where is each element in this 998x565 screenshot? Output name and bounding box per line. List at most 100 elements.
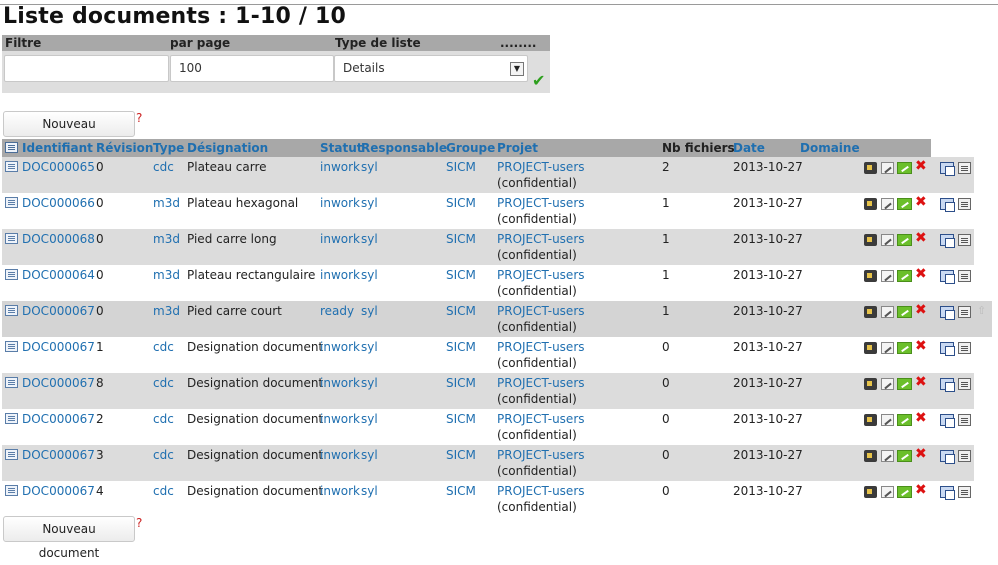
status-link[interactable]: inwork bbox=[320, 376, 360, 390]
doc-id-link[interactable]: DOC000067 bbox=[22, 304, 95, 318]
table-row[interactable]: DOC000065 0 cdc Plateau carre inwork syl SICM P… bbox=[2, 157, 974, 193]
doc-id-link[interactable]: DOC000067 bbox=[22, 376, 95, 390]
copy-icon[interactable] bbox=[940, 342, 955, 356]
table-row[interactable]: DOC000067 0 m3d Pied carre court ready syl SIC… bbox=[2, 301, 992, 337]
copy-icon[interactable] bbox=[940, 198, 955, 212]
details-icon[interactable] bbox=[5, 449, 18, 460]
new-document-button[interactable]: Nouveau document bbox=[3, 111, 135, 155]
table-row[interactable]: DOC000067 4 cdc Designation document inwork s… bbox=[2, 481, 974, 517]
owner-link[interactable]: syl bbox=[361, 268, 378, 282]
clipboard-icon[interactable] bbox=[958, 342, 971, 354]
owner-link[interactable]: syl bbox=[361, 196, 378, 210]
project-link[interactable]: PROJECT-users bbox=[497, 232, 585, 246]
edit-icon[interactable] bbox=[881, 486, 894, 498]
checkout-icon[interactable] bbox=[864, 162, 877, 174]
details-icon[interactable] bbox=[5, 233, 18, 244]
per-page-input[interactable]: 100 bbox=[170, 55, 334, 82]
delete-icon[interactable]: ✖ bbox=[915, 375, 928, 389]
checkout-icon[interactable] bbox=[864, 198, 877, 210]
edit-icon[interactable] bbox=[881, 414, 894, 426]
owner-link[interactable]: syl bbox=[361, 232, 378, 246]
project-link[interactable]: PROJECT-users bbox=[497, 412, 585, 426]
doc-id-link[interactable]: DOC000066 bbox=[22, 196, 95, 210]
clipboard-icon[interactable] bbox=[958, 378, 971, 390]
doc-id-link[interactable]: DOC000067 bbox=[22, 484, 95, 498]
col-identifiant[interactable]: Identifiant bbox=[22, 139, 93, 157]
delete-icon[interactable]: ✖ bbox=[915, 303, 928, 317]
checkout-icon[interactable] bbox=[864, 450, 877, 462]
group-link[interactable]: SICM bbox=[446, 340, 476, 354]
doc-id-link[interactable]: DOC000067 bbox=[22, 340, 95, 354]
details-icon[interactable] bbox=[5, 377, 18, 388]
edit-icon[interactable] bbox=[881, 270, 894, 282]
chevron-down-icon[interactable]: ▼ bbox=[510, 62, 524, 76]
project-link[interactable]: PROJECT-users bbox=[497, 268, 585, 282]
project-link[interactable]: PROJECT-users bbox=[497, 484, 585, 498]
list-icon[interactable] bbox=[5, 142, 18, 153]
clipboard-icon[interactable] bbox=[958, 234, 971, 246]
doc-type-link[interactable]: cdc bbox=[153, 412, 174, 426]
doc-id-link[interactable]: DOC000065 bbox=[22, 160, 95, 174]
delete-icon[interactable]: ✖ bbox=[915, 411, 928, 425]
table-row[interactable]: DOC000067 2 cdc Designation document inwork s… bbox=[2, 409, 974, 445]
delete-icon[interactable]: ✖ bbox=[915, 231, 928, 245]
owner-link[interactable]: syl bbox=[361, 160, 378, 174]
doc-type-link[interactable]: m3d bbox=[153, 232, 180, 246]
copy-icon[interactable] bbox=[940, 162, 955, 176]
status-link[interactable]: inwork bbox=[320, 196, 360, 210]
table-row[interactable]: DOC000064 0 m3d Plateau rectangulaire inwork… bbox=[2, 265, 974, 301]
checkout-icon[interactable] bbox=[864, 342, 877, 354]
col-groupe[interactable]: Groupe bbox=[446, 139, 495, 157]
doc-type-link[interactable]: m3d bbox=[153, 268, 180, 282]
move-up-icon[interactable]: ⇧ bbox=[977, 304, 990, 317]
col-type[interactable]: Type bbox=[153, 139, 184, 157]
table-row[interactable]: DOC000066 0 m3d Plateau hexagonal inwork syl S… bbox=[2, 193, 974, 229]
col-responsable[interactable]: Responsable bbox=[361, 139, 447, 157]
table-row[interactable]: DOC000067 3 cdc Designation document inwork s… bbox=[2, 445, 974, 481]
edit-icon[interactable] bbox=[881, 198, 894, 210]
delete-icon[interactable]: ✖ bbox=[915, 447, 928, 461]
group-link[interactable]: SICM bbox=[446, 268, 476, 282]
edit-icon[interactable] bbox=[881, 306, 894, 318]
owner-link[interactable]: syl bbox=[361, 484, 378, 498]
col-statut[interactable]: Statut bbox=[320, 139, 363, 157]
delete-icon[interactable]: ✖ bbox=[915, 267, 928, 281]
list-type-select[interactable]: Details ▼ bbox=[334, 55, 528, 82]
details-icon[interactable] bbox=[5, 161, 18, 172]
doc-id-link[interactable]: DOC000064 bbox=[22, 268, 95, 282]
clipboard-icon[interactable] bbox=[958, 198, 971, 210]
group-link[interactable]: SICM bbox=[446, 304, 476, 318]
change-status-icon[interactable] bbox=[897, 342, 912, 354]
edit-icon[interactable] bbox=[881, 162, 894, 174]
group-link[interactable]: SICM bbox=[446, 448, 476, 462]
owner-link[interactable]: syl bbox=[361, 448, 378, 462]
status-link[interactable]: inwork bbox=[320, 448, 360, 462]
table-row[interactable]: DOC000067 1 cdc Designation document inwork s… bbox=[2, 337, 974, 373]
owner-link[interactable]: syl bbox=[361, 340, 378, 354]
copy-icon[interactable] bbox=[940, 450, 955, 464]
details-icon[interactable] bbox=[5, 305, 18, 316]
doc-type-link[interactable]: cdc bbox=[153, 484, 174, 498]
doc-id-link[interactable]: DOC000067 bbox=[22, 448, 95, 462]
checkout-icon[interactable] bbox=[864, 306, 877, 318]
status-link[interactable]: inwork bbox=[320, 412, 360, 426]
copy-icon[interactable] bbox=[940, 378, 955, 392]
clipboard-icon[interactable] bbox=[958, 162, 971, 174]
delete-icon[interactable]: ✖ bbox=[915, 195, 928, 209]
status-link[interactable]: inwork bbox=[320, 160, 360, 174]
table-row[interactable]: DOC000068 0 m3d Pied carre long inwork syl SIC… bbox=[2, 229, 974, 265]
status-link[interactable]: inwork bbox=[320, 484, 360, 498]
group-link[interactable]: SICM bbox=[446, 196, 476, 210]
delete-icon[interactable]: ✖ bbox=[915, 339, 928, 353]
clipboard-icon[interactable] bbox=[958, 486, 971, 498]
project-link[interactable]: PROJECT-users bbox=[497, 340, 585, 354]
col-designation[interactable]: Désignation bbox=[187, 139, 268, 157]
change-status-icon[interactable] bbox=[897, 450, 912, 462]
owner-link[interactable]: syl bbox=[361, 304, 378, 318]
edit-icon[interactable] bbox=[881, 342, 894, 354]
filter-input[interactable] bbox=[4, 55, 169, 82]
copy-icon[interactable] bbox=[940, 486, 955, 500]
checkout-icon[interactable] bbox=[864, 270, 877, 282]
group-link[interactable]: SICM bbox=[446, 232, 476, 246]
clipboard-icon[interactable] bbox=[958, 270, 971, 282]
